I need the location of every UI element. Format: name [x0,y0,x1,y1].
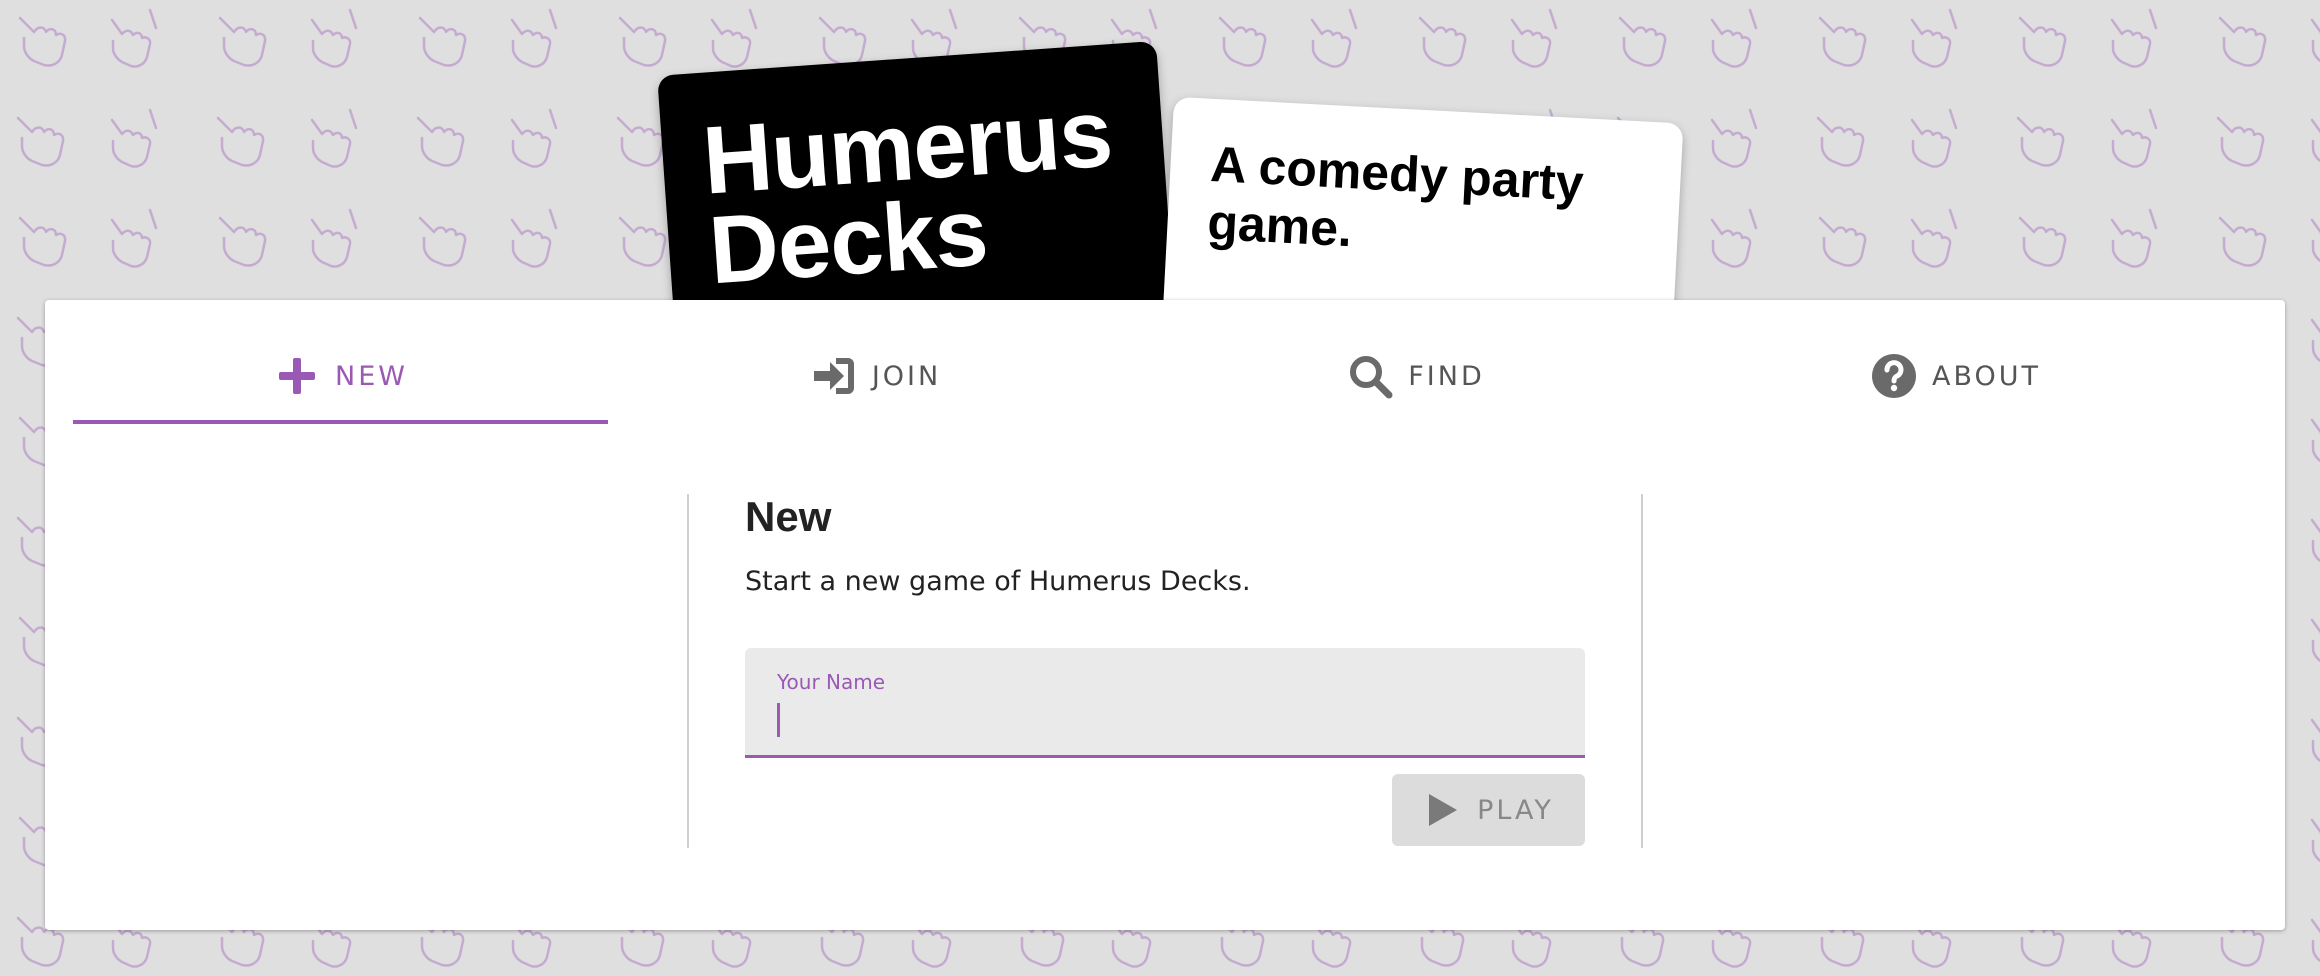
section-heading: New [745,493,832,540]
question-circle-icon [1871,354,1916,398]
name-field-label: Your Name [777,670,886,694]
tab-about-label: ABOUT [1931,360,2042,392]
tab-new-label: NEW [335,360,408,392]
search-icon [1350,356,1393,399]
new-game-section: New Start a new game of Humerus Decks. [745,490,1585,597]
tab-about[interactable]: ABOUT [1688,340,2223,424]
active-tab-indicator [73,420,608,424]
tab-join[interactable]: JOIN [608,340,1143,424]
section-description: Start a new game of Humerus Decks. [745,566,1251,597]
tab-find[interactable]: FIND [1148,340,1683,424]
content-divider-left [687,494,689,848]
play-button[interactable]: PLAY [1392,774,1585,846]
name-field[interactable]: Your Name [745,648,1585,758]
tab-new[interactable]: NEW [73,340,608,424]
name-input[interactable] [777,700,1557,742]
play-button-label: PLAY [1477,794,1554,826]
tab-find-label: FIND [1408,360,1485,392]
sign-in-icon [813,358,854,394]
tab-bar: NEW JOIN FIND ABOUT [73,340,2253,424]
plus-icon [279,358,316,394]
tab-join-label: JOIN [871,360,942,392]
play-icon [1429,794,1458,826]
text-cursor [777,703,780,737]
app-title: Humerus Decks [699,79,1116,305]
app-tagline: A comedy party game. [1206,135,1585,258]
main-panel: NEW JOIN FIND ABOUT New Start a new game… [45,300,2285,930]
content-divider-right [1641,494,1643,848]
